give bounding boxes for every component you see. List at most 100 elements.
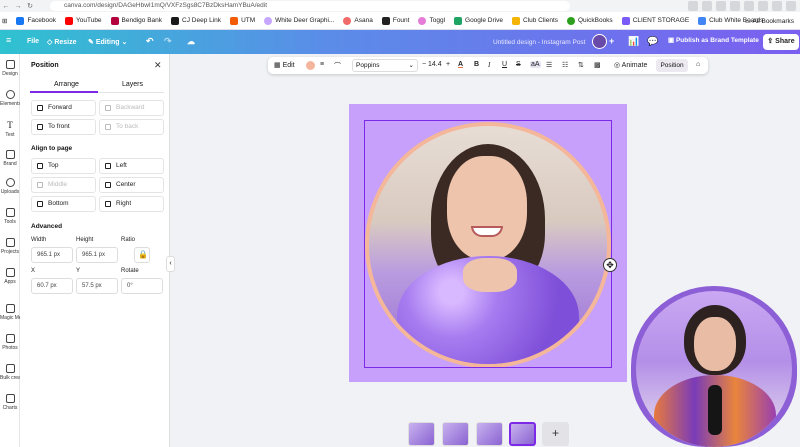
bookmark[interactable]: Toggl <box>418 16 445 25</box>
font-size-field[interactable]: 14.4 <box>428 61 442 68</box>
bookmark[interactable]: QuickBooks <box>567 16 613 25</box>
underline-button[interactable]: U <box>502 61 507 68</box>
rail-brand[interactable]: Brand <box>0 150 20 167</box>
page-thumbnail-selected[interactable] <box>509 422 536 446</box>
x-field[interactable]: 60.7 px <box>31 278 73 294</box>
align-middle-button[interactable]: Middle <box>31 177 96 193</box>
move-handle-icon[interactable]: ✥ <box>603 258 617 272</box>
rail-text[interactable]: T Text <box>0 120 20 138</box>
extension-icon[interactable] <box>772 1 782 11</box>
to-front-button[interactable]: To front <box>31 119 96 135</box>
share-button[interactable]: ⇪ Share <box>763 34 799 50</box>
border-weight-icon[interactable]: ≡ <box>320 61 324 68</box>
rail-design[interactable]: Design <box>0 60 20 77</box>
bookmark[interactable]: Google Drive <box>454 16 503 25</box>
rotate-field[interactable]: 0° <box>121 278 163 294</box>
all-bookmarks[interactable]: ▭ All Bookmarks <box>745 17 794 25</box>
bold-button[interactable]: B <box>474 61 479 68</box>
reload-icon[interactable]: ↻ <box>24 2 36 10</box>
undo-icon[interactable]: ↶ <box>146 36 154 47</box>
ratio-lock-button[interactable]: 🔒 <box>134 247 150 263</box>
transparency-icon[interactable]: ▩ <box>594 61 601 69</box>
address-bar[interactable]: canva.com/design/DAGeHbwI1mQ/VXFzSgs8C7B… <box>50 1 570 11</box>
bookmark[interactable]: UTM <box>230 16 255 25</box>
menu-icon[interactable]: ≡ <box>6 35 11 45</box>
forward-button[interactable]: Forward <box>31 100 96 116</box>
list-icon[interactable]: ☷ <box>562 61 568 69</box>
align-right-button[interactable]: Right <box>99 196 164 212</box>
rail-tools[interactable]: Tools <box>0 208 20 225</box>
extension-icon[interactable] <box>702 1 712 11</box>
to-back-button[interactable]: To back <box>99 119 164 135</box>
redo-icon[interactable]: ↷ <box>164 36 172 47</box>
rail-elements[interactable]: Elements <box>0 90 20 107</box>
apps-grid-icon[interactable]: ⊞ <box>2 17 7 25</box>
insights-icon[interactable]: 📊 <box>628 36 639 47</box>
align-bottom-button[interactable]: Bottom <box>31 196 96 212</box>
bookmark[interactable]: White Deer Graphi... <box>264 16 334 25</box>
extension-icon[interactable] <box>786 1 796 11</box>
spacing-icon[interactable]: ⇅ <box>578 61 584 69</box>
rail-charts[interactable]: Charts <box>0 394 20 411</box>
bookmark[interactable]: YouTube <box>65 16 102 25</box>
extension-icon[interactable] <box>716 1 726 11</box>
file-menu[interactable]: File <box>27 38 39 45</box>
align-top-button[interactable]: Top <box>31 158 96 174</box>
paint-format-icon[interactable]: ⌂ <box>696 61 700 68</box>
text-color-icon[interactable]: A <box>458 61 463 68</box>
align-center-button[interactable]: Center <box>99 177 164 193</box>
backward-button[interactable]: Backward <box>99 100 164 116</box>
rail-uploads[interactable]: Uploads <box>0 178 20 195</box>
strikethrough-button[interactable]: S <box>516 61 521 68</box>
bookmark[interactable]: Club Clients <box>511 16 558 25</box>
rail-apps[interactable]: Apps <box>0 268 20 285</box>
page-thumbnail[interactable] <box>476 422 503 446</box>
add-collaborator-icon[interactable]: + <box>609 36 614 46</box>
collapse-panel-button[interactable]: ‹ <box>166 256 175 272</box>
add-page-button[interactable]: + <box>542 422 569 446</box>
animate-button[interactable]: ◎ Animate <box>614 61 647 69</box>
height-field[interactable]: 965.1 px <box>76 247 118 263</box>
position-button[interactable]: Position <box>656 59 688 72</box>
bookmark[interactable]: Bendigo Bank <box>110 16 162 25</box>
font-family-select[interactable]: Poppins ⌄ <box>352 59 418 72</box>
align-text-icon[interactable]: ☰ <box>546 61 552 69</box>
rail-bulk-create[interactable]: Bulk create <box>0 364 20 381</box>
editing-mode-button[interactable]: ✎ Editing ⌄ <box>88 38 127 46</box>
resize-button[interactable]: ◇ Resize <box>47 38 77 46</box>
bookmark[interactable]: CJ Deep Link <box>171 16 221 25</box>
bookmark[interactable]: Fount <box>381 16 409 25</box>
cloud-save-icon[interactable]: ☁ <box>187 37 195 46</box>
increase-font-icon[interactable]: + <box>446 61 450 68</box>
extension-icon[interactable] <box>744 1 754 11</box>
italic-button[interactable]: I <box>488 61 490 69</box>
bookmark[interactable]: CLIENT STORAGE <box>621 16 689 25</box>
tab-layers[interactable]: Layers <box>122 81 143 88</box>
page-thumbnail[interactable] <box>442 422 469 446</box>
bookmark[interactable]: Facebook <box>16 16 56 25</box>
extension-icon[interactable] <box>688 1 698 11</box>
extension-icon[interactable] <box>758 1 768 11</box>
extension-icon[interactable] <box>730 1 740 11</box>
edit-button[interactable]: ▦ Edit <box>274 61 295 69</box>
color-swatch[interactable] <box>306 61 315 70</box>
design-title[interactable]: Untitled design - Instagram Post <box>493 39 586 46</box>
width-field[interactable]: 965.1 px <box>31 247 73 263</box>
back-icon[interactable]: ← <box>0 3 12 10</box>
page-thumbnail[interactable] <box>408 422 435 446</box>
rail-photos[interactable]: Photos <box>0 334 20 351</box>
comment-icon[interactable]: 💬 <box>647 36 658 47</box>
y-field[interactable]: 57.5 px <box>76 278 118 294</box>
rail-projects[interactable]: Projects <box>0 238 20 255</box>
tab-arrange[interactable]: Arrange <box>54 81 79 88</box>
decrease-font-icon[interactable]: − <box>422 61 426 68</box>
align-left-button[interactable]: Left <box>99 158 164 174</box>
forward-icon[interactable]: → <box>12 3 24 10</box>
publish-brand-template-button[interactable]: ▣ Publish as Brand Template <box>668 36 759 44</box>
corner-rounding-icon[interactable]: ⌒ <box>334 61 341 71</box>
close-icon[interactable]: ✕ <box>154 60 162 71</box>
text-case-button[interactable]: aA <box>530 61 541 68</box>
avatar[interactable] <box>592 34 607 49</box>
bookmark[interactable]: Asana <box>343 16 373 25</box>
rail-magic-media[interactable]: Magic Media <box>0 304 20 321</box>
